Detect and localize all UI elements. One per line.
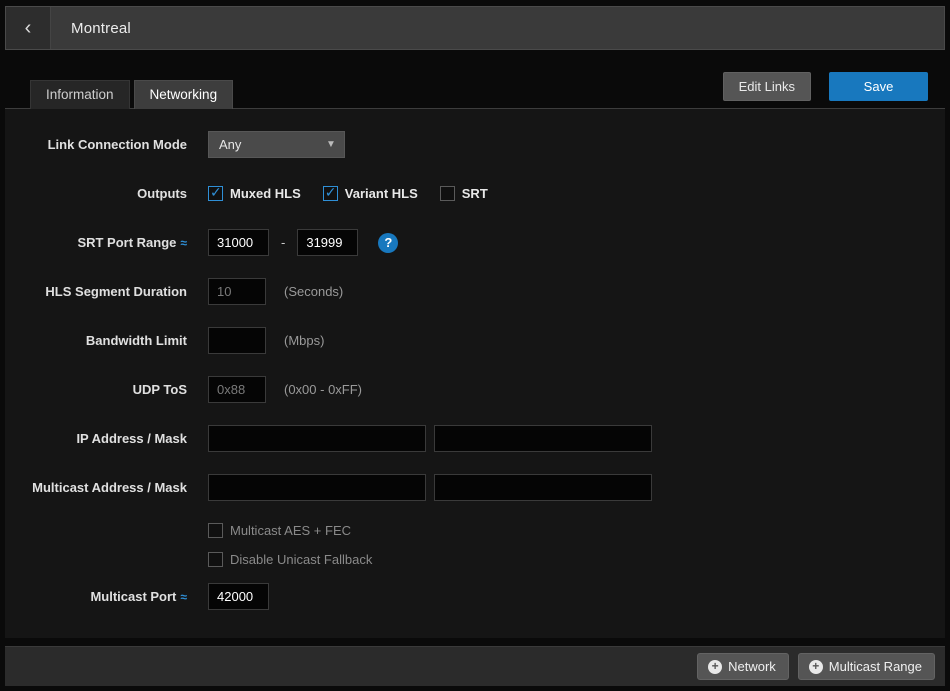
plus-circle-icon: +	[809, 660, 823, 674]
checkbox-icon	[440, 186, 455, 201]
back-button[interactable]: ‹	[6, 7, 51, 49]
required-indicator-icon: ≈	[180, 236, 187, 250]
tab-bar: Information Networking Edit Links Save	[5, 72, 945, 109]
checkbox-icon	[323, 186, 338, 201]
required-indicator-icon: ≈	[180, 590, 187, 604]
hls-segment-duration-input[interactable]	[208, 278, 266, 305]
row-multicast-address-mask: Multicast Address / Mask	[5, 474, 945, 501]
edit-links-button[interactable]: Edit Links	[723, 72, 811, 101]
multicast-aes-fec-label: Multicast AES + FEC	[230, 523, 351, 538]
multicast-address-mask-label: Multicast Address / Mask	[5, 480, 187, 495]
ip-address-mask-label: IP Address / Mask	[5, 431, 187, 446]
disable-unicast-fallback-label: Disable Unicast Fallback	[230, 552, 372, 567]
multicast-options: Multicast AES + FEC Disable Unicast Fall…	[208, 523, 945, 567]
udp-tos-label: UDP ToS	[5, 382, 187, 397]
row-ip-address-mask: IP Address / Mask	[5, 425, 945, 452]
back-chevron-icon: ‹	[25, 17, 32, 40]
chevron-down-icon: ▼	[318, 139, 344, 150]
footer-bar: + Network + Multicast Range	[5, 646, 945, 686]
checkbox-icon	[208, 523, 223, 538]
link-connection-mode-label: Link Connection Mode	[5, 137, 187, 152]
srt-port-range-label: SRT Port Range ≈	[5, 235, 187, 250]
muxed-hls-checkbox[interactable]: Muxed HLS	[208, 186, 301, 201]
tab-information[interactable]: Information	[30, 80, 130, 109]
hls-segment-duration-unit: (Seconds)	[284, 284, 343, 299]
srt-port-range-label-text: SRT Port Range	[77, 235, 176, 250]
plus-circle-icon: +	[708, 660, 722, 674]
add-multicast-range-label: Multicast Range	[829, 659, 922, 674]
bandwidth-limit-input[interactable]	[208, 327, 266, 354]
srt-checkbox[interactable]: SRT	[440, 186, 488, 201]
page-title: Montreal	[51, 7, 131, 49]
outputs-label: Outputs	[5, 186, 187, 201]
add-network-label: Network	[728, 659, 776, 674]
row-outputs: Outputs Muxed HLS Variant HLS SRT	[5, 180, 945, 207]
checkbox-icon	[208, 552, 223, 567]
bandwidth-limit-label: Bandwidth Limit	[5, 333, 187, 348]
row-hls-segment-duration: HLS Segment Duration (Seconds)	[5, 278, 945, 305]
srt-port-range-to-input[interactable]	[297, 229, 358, 256]
add-network-button[interactable]: + Network	[697, 653, 789, 680]
multicast-port-label: Multicast Port ≈	[5, 589, 187, 604]
variant-hls-label: Variant HLS	[345, 186, 418, 201]
srt-label: SRT	[462, 186, 488, 201]
header-bar: ‹ Montreal	[5, 6, 945, 50]
ip-address-input[interactable]	[208, 425, 426, 452]
udp-tos-unit: (0x00 - 0xFF)	[284, 382, 362, 397]
save-button[interactable]: Save	[829, 72, 928, 101]
muxed-hls-label: Muxed HLS	[230, 186, 301, 201]
row-bandwidth-limit: Bandwidth Limit (Mbps)	[5, 327, 945, 354]
row-srt-port-range: SRT Port Range ≈ - ?	[5, 229, 945, 256]
row-link-connection-mode: Link Connection Mode Any ▼	[5, 131, 945, 158]
bandwidth-limit-unit: (Mbps)	[284, 333, 324, 348]
ip-mask-input[interactable]	[434, 425, 652, 452]
udp-tos-input[interactable]	[208, 376, 266, 403]
multicast-mask-input[interactable]	[434, 474, 652, 501]
multicast-port-label-text: Multicast Port	[90, 589, 176, 604]
checkbox-icon	[208, 186, 223, 201]
multicast-port-input[interactable]	[208, 583, 269, 610]
srt-port-range-from-input[interactable]	[208, 229, 269, 256]
help-icon[interactable]: ?	[378, 233, 398, 253]
row-multicast-port: Multicast Port ≈	[5, 583, 945, 610]
tab-networking[interactable]: Networking	[134, 80, 234, 109]
disable-unicast-fallback-checkbox[interactable]: Disable Unicast Fallback	[208, 552, 945, 567]
multicast-aes-fec-checkbox[interactable]: Multicast AES + FEC	[208, 523, 945, 538]
hls-segment-duration-label: HLS Segment Duration	[5, 284, 187, 299]
add-multicast-range-button[interactable]: + Multicast Range	[798, 653, 935, 680]
app-frame: ‹ Montreal Information Networking Edit L…	[0, 0, 950, 691]
link-connection-mode-select[interactable]: Any ▼	[208, 131, 345, 158]
tabbar-actions: Edit Links Save	[723, 72, 928, 108]
multicast-address-input[interactable]	[208, 474, 426, 501]
networking-form: Link Connection Mode Any ▼ Outputs Muxed…	[5, 109, 945, 638]
variant-hls-checkbox[interactable]: Variant HLS	[323, 186, 418, 201]
row-udp-tos: UDP ToS (0x00 - 0xFF)	[5, 376, 945, 403]
link-connection-mode-value: Any	[209, 137, 318, 152]
range-separator: -	[281, 235, 285, 250]
